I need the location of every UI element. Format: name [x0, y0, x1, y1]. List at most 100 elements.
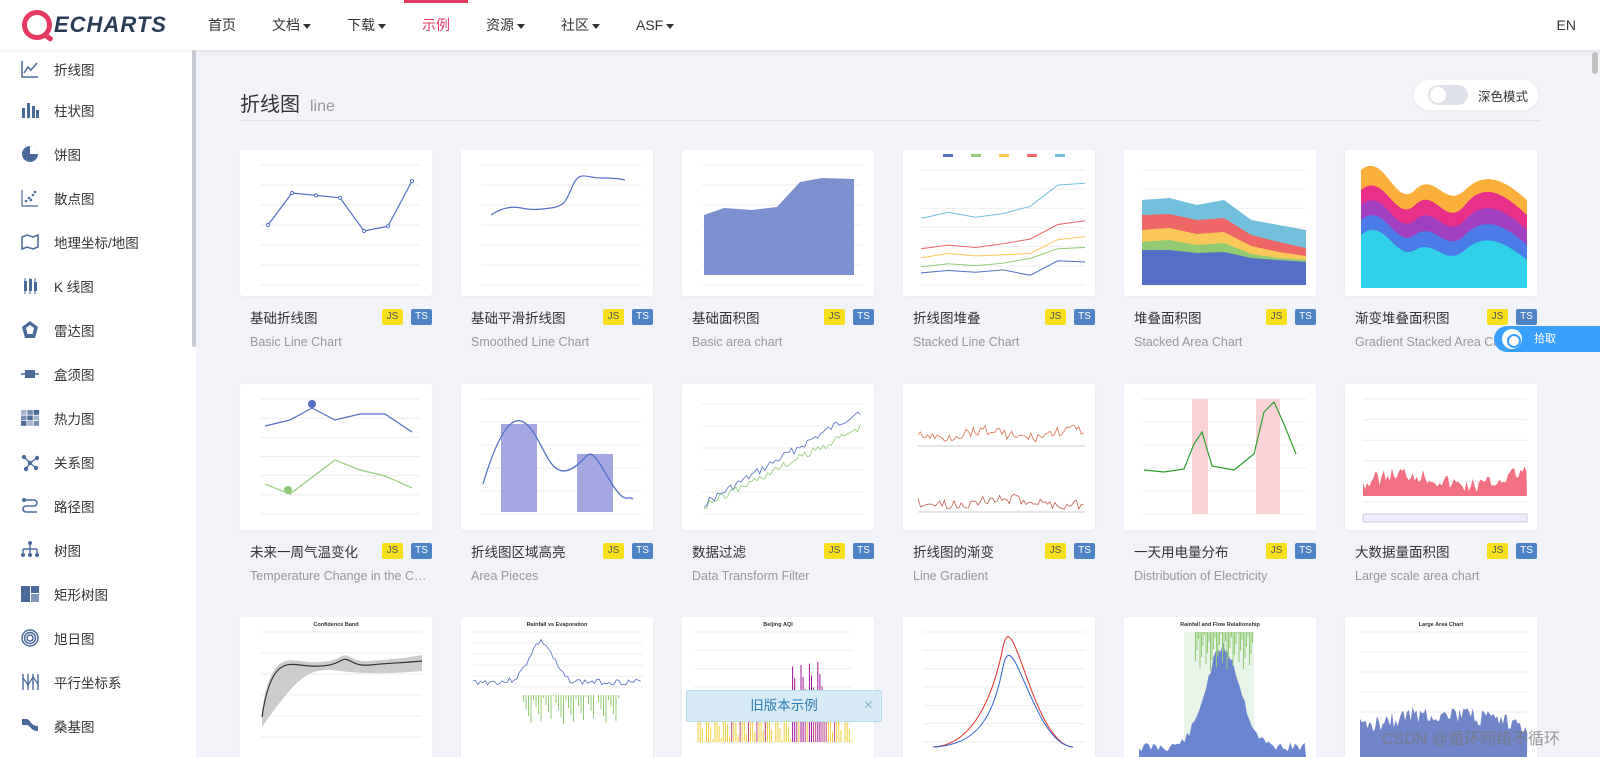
example-card[interactable]: Beijing AQI [682, 617, 874, 757]
js-badge[interactable]: JS [1266, 309, 1287, 325]
old-version-banner[interactable]: 旧版本示例 × [686, 690, 882, 722]
js-badge[interactable]: JS [1045, 543, 1066, 559]
example-thumbnail[interactable] [903, 150, 1095, 296]
sidebar-item-8[interactable]: 热力图 [0, 396, 196, 440]
nav-item-4[interactable]: 资源 [468, 0, 543, 50]
ts-badge[interactable]: TS [632, 543, 653, 559]
js-badge[interactable]: JS [603, 543, 624, 559]
js-badge[interactable]: JS [1487, 309, 1508, 325]
js-badge[interactable]: JS [824, 309, 845, 325]
sidebar-item-7[interactable]: 盒须图 [0, 352, 196, 396]
sidebar-item-9[interactable]: 关系图 [0, 440, 196, 484]
js-badge[interactable]: JS [603, 309, 624, 325]
ts-badge[interactable]: TS [1074, 309, 1095, 325]
example-card[interactable]: 数据过滤 JS TS Data Transform Filter [682, 384, 874, 583]
example-card[interactable]: 折线图区域高亮 JS TS Area Pieces [461, 384, 653, 583]
example-card[interactable]: 基础折线图 JS TS Basic Line Chart [240, 150, 432, 349]
dark-mode-toggle[interactable]: 深色模式 [1414, 80, 1538, 110]
sidebar-item-12[interactable]: 矩形树图 [0, 572, 196, 616]
example-card[interactable]: Rainfall and Flow Relationship [1124, 617, 1316, 757]
nav-item-2[interactable]: 下载 [329, 0, 404, 50]
example-thumbnail[interactable]: Beijing AQI [682, 617, 874, 757]
sidebar-item-10[interactable]: 路径图 [0, 484, 196, 528]
sidebar-item-5[interactable]: K 线图 [0, 264, 196, 308]
card-title[interactable]: 折线图区域高亮 [471, 541, 566, 561]
example-card[interactable]: 大数据量面积图 JS TS Large scale area chart [1345, 384, 1537, 583]
floating-tool-button[interactable]: 拾取 [1494, 326, 1600, 352]
example-thumbnail[interactable] [240, 384, 432, 530]
ts-badge[interactable]: TS [1295, 543, 1316, 559]
example-thumbnail[interactable] [1345, 384, 1537, 530]
ts-badge[interactable]: TS [1295, 309, 1316, 325]
card-title[interactable]: 未来一周气温变化 [250, 541, 358, 561]
ts-badge[interactable]: TS [853, 309, 874, 325]
nav-item-3[interactable]: 示例 [404, 0, 468, 50]
nav-item-1[interactable]: 文档 [254, 0, 329, 50]
ts-badge[interactable]: TS [1516, 309, 1537, 325]
sidebar-item-15[interactable]: 桑基图 [0, 704, 196, 748]
example-card[interactable]: 堆叠面积图 JS TS Stacked Area Chart [1124, 150, 1316, 349]
example-thumbnail[interactable]: Rainfall and Flow Relationship [1124, 617, 1316, 757]
example-card[interactable]: 折线图的渐变 JS TS Line Gradient [903, 384, 1095, 583]
example-thumbnail[interactable] [461, 384, 653, 530]
card-title[interactable]: 大数据量面积图 [1355, 541, 1450, 561]
example-thumbnail[interactable] [461, 150, 653, 296]
example-thumbnail[interactable] [903, 617, 1095, 757]
js-badge[interactable]: JS [382, 309, 403, 325]
example-card[interactable]: 基础面积图 JS TS Basic area chart [682, 150, 874, 349]
page-scrollbar[interactable] [1592, 52, 1598, 74]
sidebar-item-6[interactable]: 雷达图 [0, 308, 196, 352]
ts-badge[interactable]: TS [411, 543, 432, 559]
js-badge[interactable]: JS [1045, 309, 1066, 325]
example-thumbnail[interactable] [903, 384, 1095, 530]
example-card[interactable] [903, 617, 1095, 757]
example-thumbnail[interactable] [682, 150, 874, 296]
language-switch[interactable]: EN [1557, 0, 1576, 50]
nav-item-0[interactable]: 首页 [190, 0, 254, 50]
ts-badge[interactable]: TS [1074, 543, 1095, 559]
js-badge[interactable]: JS [1487, 543, 1508, 559]
js-badge[interactable]: JS [382, 543, 403, 559]
example-card[interactable]: Rainfall vs Evaporation [461, 617, 653, 757]
nav-item-6[interactable]: ASF [618, 0, 692, 50]
card-title[interactable]: 一天用电量分布 [1134, 541, 1229, 561]
echarts-logo[interactable]: ECHARTS [22, 9, 167, 41]
card-title[interactable]: 数据过滤 [692, 541, 746, 561]
sidebar-item-2[interactable]: 饼图 [0, 132, 196, 176]
ts-badge[interactable]: TS [853, 543, 874, 559]
nav-item-5[interactable]: 社区 [543, 0, 618, 50]
sidebar-item-1[interactable]: 柱状图 [0, 88, 196, 132]
example-card[interactable]: Confidence Band [240, 617, 432, 757]
sidebar-item-3[interactable]: 散点图 [0, 176, 196, 220]
js-badge[interactable]: JS [1266, 543, 1287, 559]
example-card[interactable]: 一天用电量分布 JS TS Distribution of Electricity [1124, 384, 1316, 583]
sidebar-item-11[interactable]: 树图 [0, 528, 196, 572]
card-title[interactable]: 渐变堆叠面积图 [1355, 307, 1450, 327]
example-thumbnail[interactable] [1124, 150, 1316, 296]
ts-badge[interactable]: TS [411, 309, 432, 325]
example-thumbnail[interactable] [682, 384, 874, 530]
example-thumbnail[interactable] [240, 150, 432, 296]
sidebar-item-0[interactable]: 折线图 [0, 50, 196, 88]
example-thumbnail[interactable]: Confidence Band [240, 617, 432, 757]
sidebar-item-4[interactable]: 地理坐标/地图 [0, 220, 196, 264]
close-icon[interactable]: × [864, 691, 873, 721]
dark-mode-switch[interactable] [1428, 85, 1468, 105]
card-title[interactable]: 基础面积图 [692, 307, 760, 327]
sidebar-item-13[interactable]: 旭日图 [0, 616, 196, 660]
example-thumbnail[interactable] [1345, 150, 1537, 296]
example-card[interactable]: 未来一周气温变化 JS TS Temperature Change in the Co… [240, 384, 432, 583]
example-thumbnail[interactable]: Rainfall vs Evaporation [461, 617, 653, 757]
example-thumbnail[interactable] [1124, 384, 1316, 530]
ts-badge[interactable]: TS [1516, 543, 1537, 559]
example-card[interactable]: 渐变堆叠面积图 JS TS Gradient Stacked Area Chart [1345, 150, 1537, 349]
card-title[interactable]: 折线图堆叠 [913, 307, 981, 327]
ts-badge[interactable]: TS [632, 309, 653, 325]
example-card[interactable]: 折线图堆叠 JS TS Stacked Line Chart [903, 150, 1095, 349]
example-card[interactable]: 基础平滑折线图 JS TS Smoothed Line Chart [461, 150, 653, 349]
card-title[interactable]: 堆叠面积图 [1134, 307, 1202, 327]
card-title[interactable]: 基础折线图 [250, 307, 318, 327]
sidebar-item-14[interactable]: 平行坐标系 [0, 660, 196, 704]
card-title[interactable]: 折线图的渐变 [913, 541, 994, 561]
js-badge[interactable]: JS [824, 543, 845, 559]
